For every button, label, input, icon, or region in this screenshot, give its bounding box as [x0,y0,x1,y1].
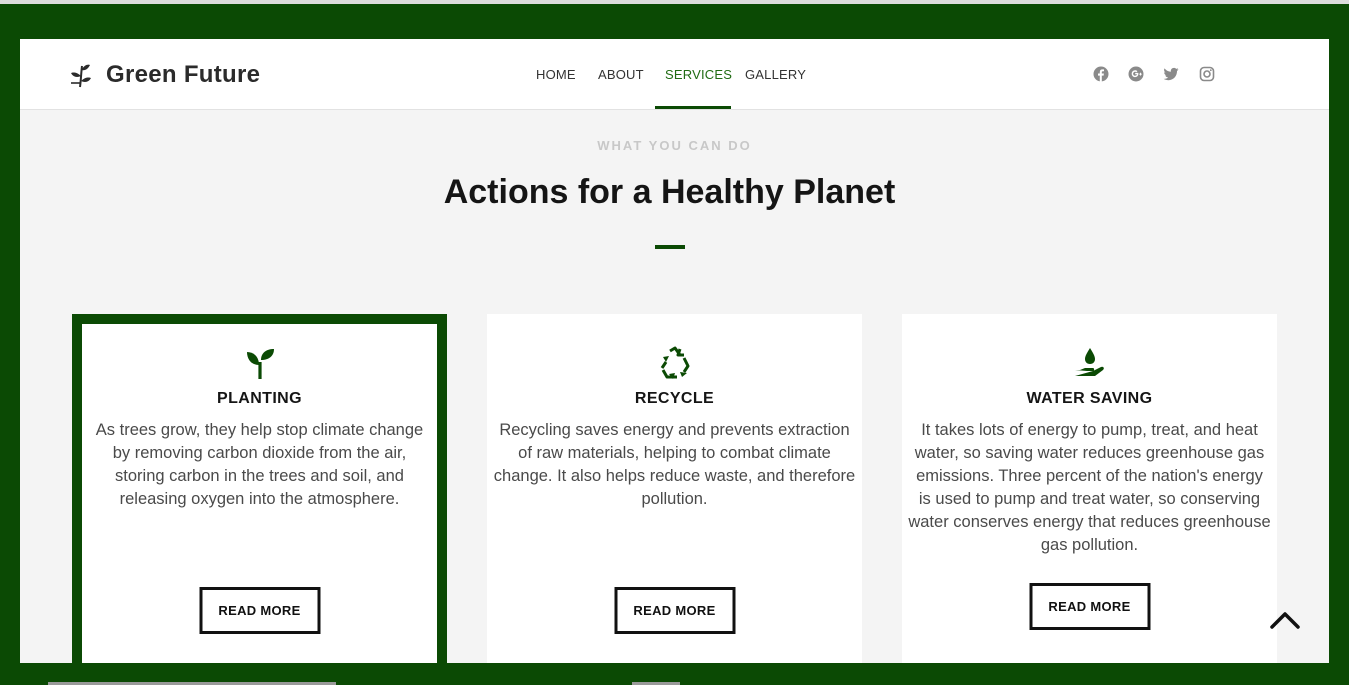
nav-item-gallery[interactable]: GALLERY [745,67,806,82]
read-more-button[interactable]: READ MORE [199,587,320,634]
section-title: Actions for a Healthy Planet [443,173,896,211]
read-more-button[interactable]: READ MORE [614,587,735,634]
card-description: It takes lots of energy to pump, treat, … [908,421,1271,554]
window-top-edge [0,0,1349,4]
section-kicker: WHAT YOU CAN DO [597,138,752,153]
back-to-top-chevron-icon[interactable] [1269,609,1301,631]
service-card-water-saving: WATER SAVING It takes lots of energy to … [902,314,1277,663]
nav-item-services[interactable]: SERVICES [665,67,732,82]
active-nav-indicator [655,106,731,109]
twitter-icon[interactable] [1163,66,1179,82]
service-card-recycle: RECYCLE Recycling saves energy and preve… [487,314,862,663]
nav-item-home[interactable]: HOME [536,67,576,82]
read-more-button[interactable]: READ MORE [1029,583,1150,630]
page-frame: Green Future HOME ABOUT SERVICES GALLERY… [20,39,1329,663]
recycle-icon [660,346,689,379]
card-description: Recycling saves energy and prevents extr… [493,421,856,508]
nav-item-about[interactable]: ABOUT [598,67,644,82]
title-divider [655,245,685,249]
card-description: As trees grow, they help stop climate ch… [95,421,424,508]
facebook-icon[interactable] [1093,66,1109,82]
navbar: Green Future HOME ABOUT SERVICES GALLERY [20,39,1329,110]
service-card-planting: PLANTING As trees grow, they help stop c… [72,314,447,663]
card-title: RECYCLE [634,390,715,407]
hand-water-drop-icon [1074,348,1104,376]
instagram-icon[interactable] [1199,66,1215,82]
google-plus-icon[interactable] [1128,66,1144,82]
card-title: WATER SAVING [1026,390,1153,407]
card-title: PLANTING [217,390,302,407]
seedling-icon [246,349,274,379]
